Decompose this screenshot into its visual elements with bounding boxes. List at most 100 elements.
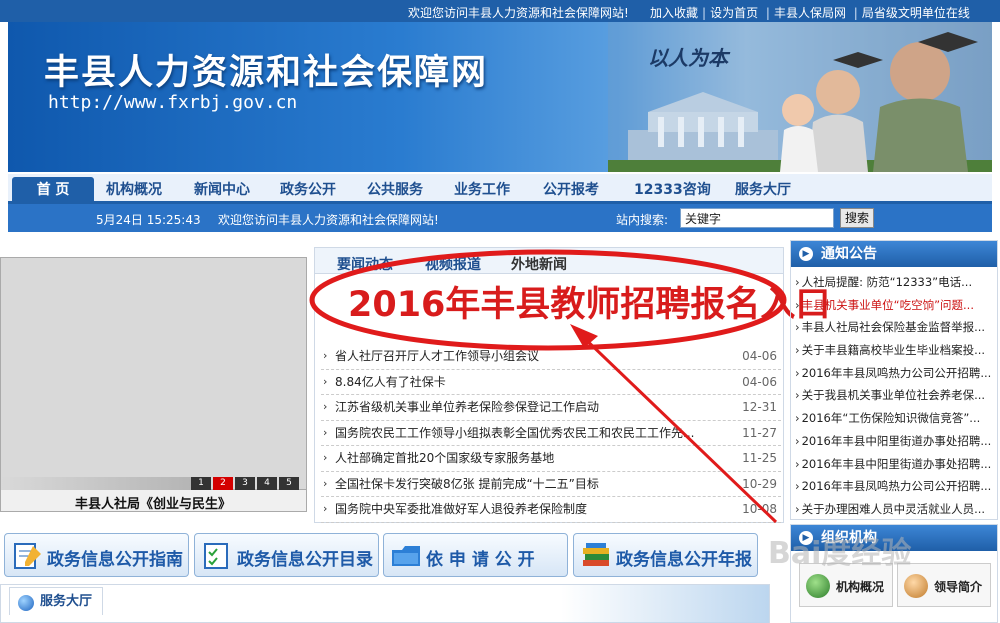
notice-item-title[interactable]: 关于办理困难人员中灵活就业人员... <box>802 502 985 516</box>
notice-item-title[interactable]: 2016年“工伤保险知识微信竞答”... <box>802 411 981 425</box>
notice-item[interactable]: › 关于办理困难人员中灵活就业人员... <box>795 498 995 521</box>
notice-panel: ▶ 通知公告 › 人社局提醒: 防范“12333”电话... › 丰县机关事业单位“… <box>790 240 998 520</box>
annual-report-button[interactable]: 政务信息公开年报 <box>573 533 758 577</box>
slide-pager: 1 2 3 4 5 <box>191 477 301 490</box>
notice-item-title[interactable]: 关于丰县籍高校毕业生毕业档案投... <box>802 343 985 357</box>
nav-item-business[interactable]: 业务工作 <box>454 179 510 199</box>
notice-item[interactable]: › 2016年丰县凤鸣热力公司公开招聘... <box>795 475 995 498</box>
nav-item-news-center[interactable]: 新闻中心 <box>194 179 250 199</box>
bullet-arrow-icon: › <box>795 343 800 358</box>
notice-item[interactable]: › 2016年丰县凤鸣热力公司公开招聘... <box>795 362 995 385</box>
nav-item-home[interactable]: 首 页 <box>12 177 94 204</box>
bullet-arrow-icon: › <box>795 456 800 471</box>
quick-link-label: 政务信息公开目录 <box>237 550 373 570</box>
banner-slogan: 以人为本 <box>648 46 728 70</box>
notice-title: 通知公告 <box>821 246 877 262</box>
info-bar: 5月24日 15:25:43 欢迎您访问丰县人力资源和社会保障网站! 站内搜索:… <box>8 204 992 232</box>
separator: | <box>702 6 707 20</box>
nav-item-12333-consult[interactable]: 12333咨询 <box>634 179 711 199</box>
request-disclosure-button[interactable]: 依 申 请 公 开 <box>383 533 568 577</box>
notice-item[interactable]: › 人社局提醒: 防范“12333”电话... <box>795 271 995 294</box>
baidu-watermark: Bai度经验 <box>768 536 912 571</box>
service-banner-decor <box>561 585 769 623</box>
notice-item[interactable]: › 关于我县机关事业单位社会养老保... <box>795 384 995 407</box>
slide-page-3[interactable]: 3 <box>235 477 255 490</box>
folder-icon <box>392 546 420 566</box>
notice-item[interactable]: › 2016年丰县中阳里街道办事处招聘... <box>795 430 995 453</box>
slide-page-2[interactable]: 2 <box>213 477 233 490</box>
top-bar: 欢迎您访问丰县人力资源和社会保障网站! 加入收藏 | 设为首页 | 丰县人保局网 | 局… <box>0 0 1000 22</box>
org-overview-label: 机构概况 <box>836 580 885 594</box>
notice-item-title[interactable]: 2016年丰县凤鸣热力公司公开招聘... <box>802 366 992 380</box>
slide-caption[interactable]: 丰县人社局《创业与民生》 <box>75 493 231 512</box>
bullet-arrow-icon: › <box>795 275 800 289</box>
books-icon <box>583 543 609 566</box>
notice-header: ▶ 通知公告 <box>791 241 997 267</box>
slide-page-4[interactable]: 4 <box>257 477 277 490</box>
nav-item-organization[interactable]: 机构概况 <box>106 179 162 199</box>
notice-item-title[interactable]: 2016年丰县凤鸣热力公司公开招聘... <box>802 479 992 493</box>
disclosure-guide-button[interactable]: 政务信息公开指南 <box>4 533 189 577</box>
bullet-arrow-icon: › <box>795 297 800 312</box>
annotation-text: 2016年丰县教师招聘报名入口 <box>348 285 831 325</box>
bullet-arrow-icon: › <box>795 320 800 335</box>
notice-item-title[interactable]: 关于我县机关事业单位社会养老保... <box>802 388 985 402</box>
quick-link-label: 政务信息公开年报 <box>616 550 752 570</box>
photo-slideshow[interactable]: 1 2 3 4 5 <box>0 257 307 490</box>
slide-caption-bar: 丰县人社局《创业与民生》 <box>0 490 307 512</box>
globe-icon <box>18 595 34 611</box>
search-button[interactable]: 搜索 <box>840 208 874 228</box>
disclosure-catalog-button[interactable]: 政务信息公开目录 <box>194 533 379 577</box>
notice-item-title[interactable]: 丰县机关事业单位“吃空饷”问题... <box>802 298 974 312</box>
current-datetime: 5月24日 15:25:43 <box>96 213 201 227</box>
nav-item-service-hall[interactable]: 服务大厅 <box>735 179 791 199</box>
separator: | <box>853 6 858 20</box>
nav-item-gov-affairs[interactable]: 政务公开 <box>280 179 336 199</box>
welcome-text: 欢迎您访问丰县人力资源和社会保障网站! <box>408 6 629 20</box>
bullet-arrow-icon: › <box>795 365 800 380</box>
slide-fade-bar <box>1 477 191 490</box>
nav-item-public-service[interactable]: 公共服务 <box>367 179 423 199</box>
notice-list: › 人社局提醒: 防范“12333”电话... › 丰县机关事业单位“吃空饷”问题.… <box>795 271 995 521</box>
search-input[interactable] <box>680 208 834 228</box>
set-homepage-link[interactable]: 设为首页 <box>710 6 758 20</box>
site-url: http://www.fxrbj.gov.cn <box>48 92 298 113</box>
globe-icon <box>806 574 830 598</box>
civilized-unit-link[interactable]: 局省级文明单位在线 <box>862 6 970 20</box>
slide-page-5[interactable]: 5 <box>279 477 299 490</box>
notice-item[interactable]: › 2016年丰县中阳里街道办事处招聘... <box>795 453 995 476</box>
bullet-arrow-icon: › <box>795 388 800 403</box>
top-links: 加入收藏 | 设为首页 | 丰县人保局网 | 局省级文明单位在线 <box>650 4 974 21</box>
quick-link-label: 政务信息公开指南 <box>47 550 183 570</box>
person-icon <box>904 574 928 598</box>
welcome-message: 欢迎您访问丰县人力资源和社会保障网站! <box>218 213 439 227</box>
notice-item-title[interactable]: 人社局提醒: 防范“12333”电话... <box>802 275 973 289</box>
notice-item[interactable]: › 关于丰县籍高校毕业生毕业档案投... <box>795 339 995 362</box>
notice-item[interactable]: › 丰县人社局社会保险基金监督举报... <box>795 316 995 339</box>
nav-item-public-exam[interactable]: 公开报考 <box>543 179 599 199</box>
quick-link-label: 依 申 请 公 开 <box>426 550 535 570</box>
separator: | <box>765 6 770 20</box>
bullet-arrow-icon: › <box>795 501 800 516</box>
site-title: 丰县人力资源和社会保障网 <box>44 52 489 93</box>
notice-item-title[interactable]: 2016年丰县中阳里街道办事处招聘... <box>802 457 992 471</box>
notice-item[interactable]: › 丰县机关事业单位“吃空饷”问题... <box>795 294 995 317</box>
leadership-label: 领导简介 <box>934 580 983 594</box>
site-banner: 丰县人力资源和社会保障网 http://www.fxrbj.gov.cn 以人为… <box>8 22 992 172</box>
bullet-arrow-icon: › <box>795 433 800 448</box>
bureau-site-link[interactable]: 丰县人保局网 <box>774 6 846 20</box>
arrow-circle-icon: ▶ <box>799 247 813 261</box>
bullet-arrow-icon: › <box>795 479 800 494</box>
search-label: 站内搜索: <box>616 213 669 227</box>
notice-item[interactable]: › 2016年“工伤保险知识微信竞答”... <box>795 407 995 430</box>
service-hall-panel: 服务大厅 <box>0 584 770 623</box>
bullet-arrow-icon: › <box>795 411 800 426</box>
notice-item-title[interactable]: 2016年丰县中阳里街道办事处招聘... <box>802 434 992 448</box>
main-nav: 首 页 机构概况 新闻中心 政务公开 公共服务 业务工作 公开报考 12333咨… <box>8 174 992 204</box>
service-tab-label: 服务大厅 <box>40 594 93 609</box>
tab-service-hall[interactable]: 服务大厅 <box>9 587 104 615</box>
notice-item-title[interactable]: 丰县人社局社会保险基金监督举报... <box>802 320 985 334</box>
red-annotation: 2016年丰县教师招聘报名入口 <box>308 246 830 524</box>
slide-page-1[interactable]: 1 <box>191 477 211 490</box>
add-favorite-link[interactable]: 加入收藏 <box>650 6 698 20</box>
